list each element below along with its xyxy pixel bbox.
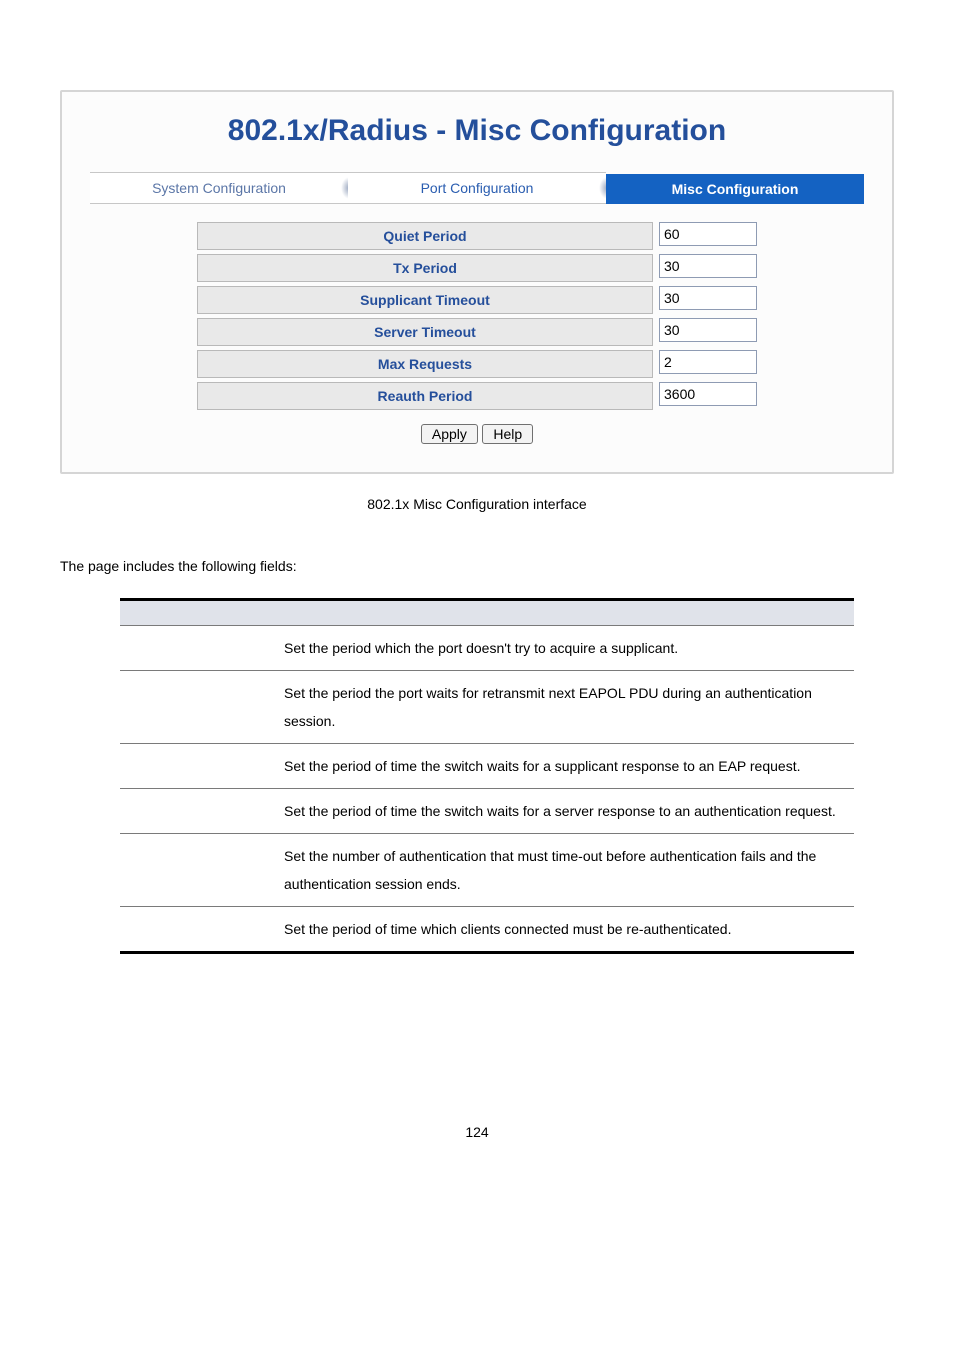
form-row: Max Requests — [197, 350, 757, 378]
panel-title: 802.1x/Radius - Misc Configuration — [90, 114, 864, 148]
reauth-period-input[interactable] — [659, 382, 757, 406]
tab-label: Port Configuration — [421, 180, 534, 196]
form-row: Server Timeout — [197, 318, 757, 346]
apply-button[interactable]: Apply — [421, 424, 478, 444]
description-cell: Set the period of time the switch waits … — [272, 789, 854, 834]
intro-text: The page includes the following fields: — [60, 558, 894, 574]
tab-bar: System Configuration Port Configuration … — [90, 174, 864, 204]
object-cell — [120, 626, 272, 671]
table-header-description — [272, 600, 854, 626]
form-input-wrap — [659, 286, 757, 314]
table-header-object — [120, 600, 272, 626]
description-cell: Set the period which the port doesn't tr… — [272, 626, 854, 671]
object-cell — [120, 744, 272, 789]
button-row: Apply Help — [90, 424, 864, 444]
table-row: Set the period of time the switch waits … — [120, 789, 854, 834]
tab-label: Misc Configuration — [672, 181, 799, 197]
object-cell — [120, 671, 272, 744]
form-label: Tx Period — [197, 254, 653, 282]
form-row: Reauth Period — [197, 382, 757, 410]
form-row: Supplicant Timeout — [197, 286, 757, 314]
form-input-wrap — [659, 350, 757, 378]
page-number: 124 — [60, 1124, 894, 1140]
form-input-wrap — [659, 222, 757, 250]
form-label: Server Timeout — [197, 318, 653, 346]
form-row: Quiet Period — [197, 222, 757, 250]
form-label: Max Requests — [197, 350, 653, 378]
max-requests-input[interactable] — [659, 350, 757, 374]
description-cell: Set the period of time which clients con… — [272, 907, 854, 953]
table-row: Set the period of time the switch waits … — [120, 744, 854, 789]
table-row: Set the number of authentication that mu… — [120, 834, 854, 907]
supplicant-timeout-input[interactable] — [659, 286, 757, 310]
tx-period-input[interactable] — [659, 254, 757, 278]
config-panel: 802.1x/Radius - Misc Configuration Syste… — [60, 90, 894, 474]
object-cell — [120, 789, 272, 834]
table-row: Set the period of time which clients con… — [120, 907, 854, 953]
table-row: Set the period the port waits for retran… — [120, 671, 854, 744]
form-input-wrap — [659, 382, 757, 410]
object-cell — [120, 834, 272, 907]
form-label: Reauth Period — [197, 382, 653, 410]
form-label: Supplicant Timeout — [197, 286, 653, 314]
form-input-wrap — [659, 318, 757, 346]
tab-port-configuration[interactable]: Port Configuration — [348, 172, 606, 204]
tab-misc-configuration[interactable]: Misc Configuration — [606, 174, 864, 204]
form-input-wrap — [659, 254, 757, 282]
description-cell: Set the period the port waits for retran… — [272, 671, 854, 744]
description-cell: Set the period of time the switch waits … — [272, 744, 854, 789]
form-label: Quiet Period — [197, 222, 653, 250]
figure-caption: 802.1x Misc Configuration interface — [60, 496, 894, 512]
field-description-table: Set the period which the port doesn't tr… — [120, 598, 854, 954]
misc-config-form: Quiet Period Tx Period Supplicant Timeout S… — [197, 222, 757, 410]
server-timeout-input[interactable] — [659, 318, 757, 342]
tab-label: System Configuration — [152, 180, 286, 196]
tab-system-configuration[interactable]: System Configuration — [90, 172, 348, 204]
form-row: Tx Period — [197, 254, 757, 282]
table-row: Set the period which the port doesn't tr… — [120, 626, 854, 671]
help-button[interactable]: Help — [482, 424, 533, 444]
description-cell: Set the number of authentication that mu… — [272, 834, 854, 907]
object-cell — [120, 907, 272, 953]
quiet-period-input[interactable] — [659, 222, 757, 246]
